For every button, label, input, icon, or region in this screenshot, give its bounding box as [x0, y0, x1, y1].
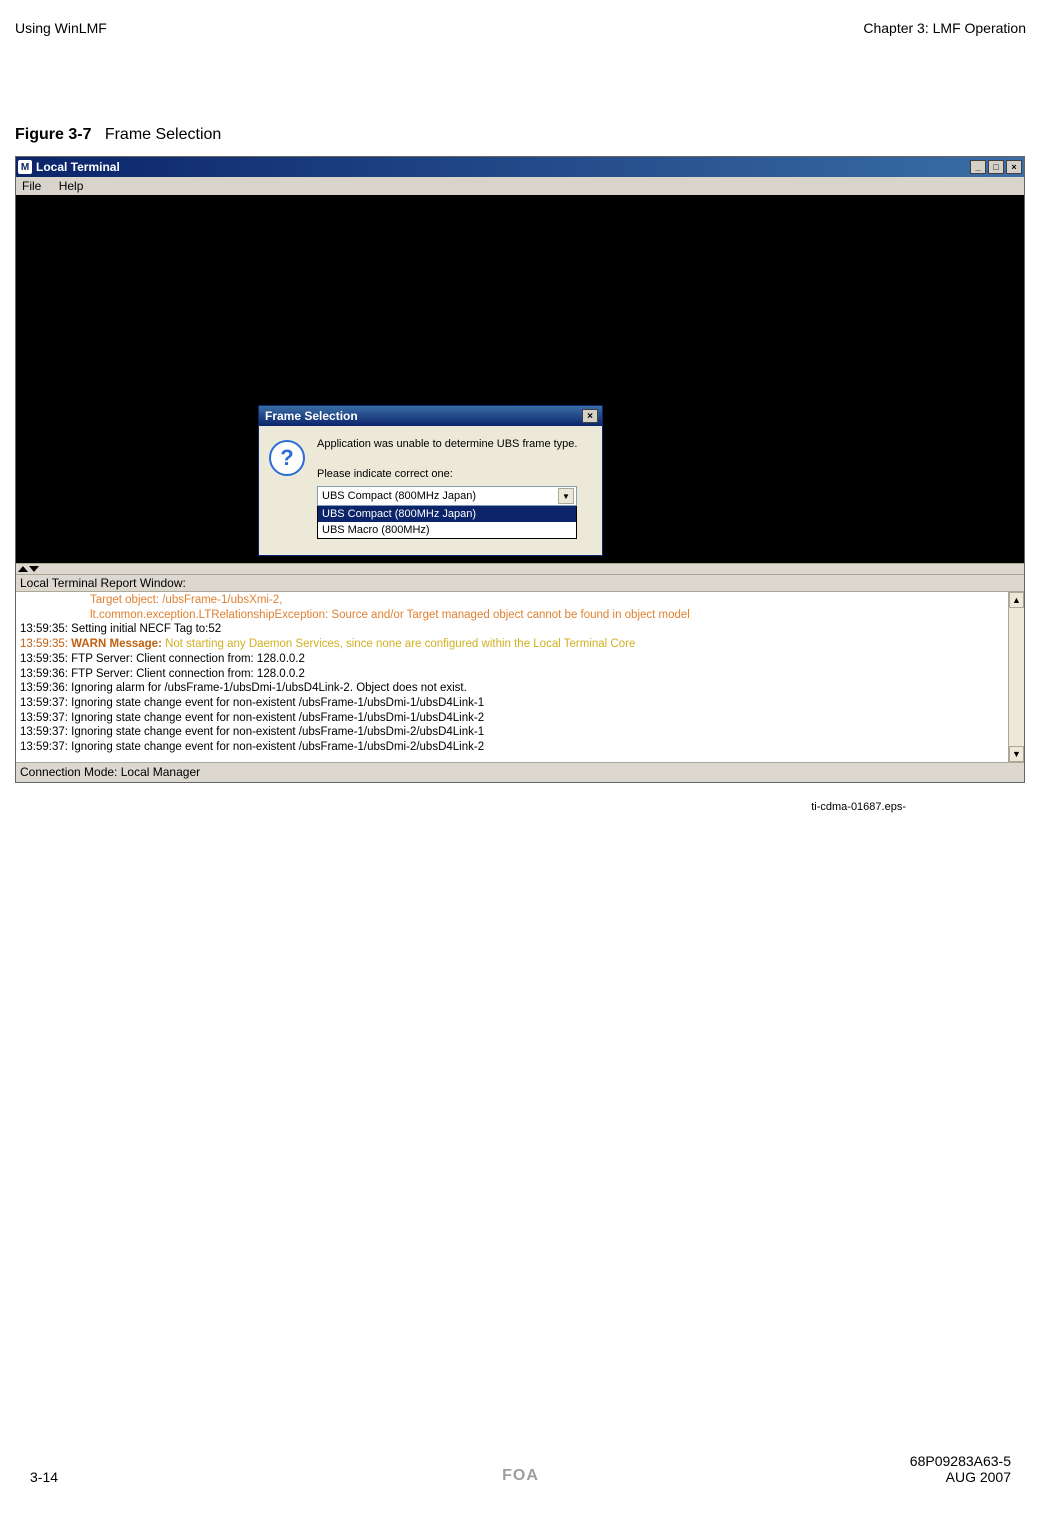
report-scrollbar[interactable]: ▲ ▼: [1008, 592, 1024, 762]
close-button[interactable]: ×: [1006, 160, 1022, 174]
figure-title: Figure 3-7 Frame Selection: [15, 126, 1026, 144]
combo-display[interactable]: UBS Compact (800MHz Japan) ▼: [317, 486, 577, 506]
combo-selected: UBS Compact (800MHz Japan): [322, 490, 476, 502]
terminal-window: M Local Terminal _ □ × File Help Frame S…: [15, 156, 1025, 783]
log-line: 13:59:37: Ignoring state change event fo…: [20, 725, 1004, 740]
dialog-title: Frame Selection: [265, 409, 358, 423]
combo-list: UBS Compact (800MHz Japan) UBS Macro (80…: [317, 506, 577, 539]
log-msg: Not starting any Daemon Services, since …: [165, 638, 635, 650]
menubar: File Help: [16, 177, 1024, 195]
report-window: Target object: /ubsFrame-1/ubsXmi-2, lt.…: [16, 592, 1024, 762]
splitter-handle[interactable]: [16, 563, 1024, 575]
terminal-viewport: Frame Selection × ? Application was unab…: [16, 195, 1024, 563]
log-warn: WARN Message:: [71, 638, 165, 650]
image-filename-caption: ti-cdma-01687.eps-: [15, 801, 1026, 813]
status-bar: Connection Mode: Local Manager: [16, 762, 1024, 782]
log-ts: 13:59:35:: [20, 638, 71, 650]
scroll-down-button[interactable]: ▼: [1009, 746, 1024, 762]
dialog-message-1: Application was unable to determine UBS …: [317, 438, 592, 450]
log-line: 13:59:35: WARN Message: Not starting any…: [20, 637, 1004, 652]
log-line: 13:59:37: Ignoring state change event fo…: [20, 740, 1004, 755]
chevron-down-icon[interactable]: ▼: [558, 488, 574, 504]
dialog-message-2: Please indicate correct one:: [317, 468, 592, 480]
page-header: Using WinLMF Chapter 3: LMF Operation: [15, 20, 1026, 36]
report-text: Target object: /ubsFrame-1/ubsXmi-2, lt.…: [16, 592, 1008, 762]
menu-help[interactable]: Help: [59, 179, 84, 193]
page-footer: 3-14 FOA 68P09283A63-5 AUG 2007: [30, 1453, 1011, 1485]
triangle-up-icon: [18, 566, 28, 572]
window-title: Local Terminal: [36, 160, 970, 174]
maximize-button[interactable]: □: [988, 160, 1004, 174]
log-line: Target object: /ubsFrame-1/ubsXmi-2,: [20, 593, 1004, 608]
frame-type-combo[interactable]: UBS Compact (800MHz Japan) ▼ UBS Compact…: [317, 486, 577, 539]
log-line: 13:59:35: FTP Server: Client connection …: [20, 652, 1004, 667]
log-line: 13:59:35: Setting initial NECF Tag to:52: [20, 622, 1004, 637]
foa-label: FOA: [502, 1467, 539, 1484]
question-icon: ?: [269, 440, 305, 476]
log-line: 13:59:36: FTP Server: Client connection …: [20, 667, 1004, 682]
header-left: Using WinLMF: [15, 20, 107, 36]
minimize-button[interactable]: _: [970, 160, 986, 174]
combo-option-1[interactable]: UBS Compact (800MHz Japan): [318, 506, 576, 522]
combo-option-2[interactable]: UBS Macro (800MHz): [318, 522, 576, 538]
report-window-label: Local Terminal Report Window:: [16, 575, 1024, 592]
log-line: 13:59:37: Ignoring state change event fo…: [20, 696, 1004, 711]
dialog-titlebar: Frame Selection ×: [259, 406, 602, 426]
triangle-down-icon: [29, 566, 39, 572]
figure-name: Frame Selection: [105, 126, 222, 143]
scroll-up-button[interactable]: ▲: [1009, 592, 1024, 608]
log-line: 13:59:37: Ignoring state change event fo…: [20, 711, 1004, 726]
app-icon: M: [18, 160, 32, 174]
menu-file[interactable]: File: [22, 179, 41, 193]
header-right: Chapter 3: LMF Operation: [863, 20, 1026, 36]
frame-selection-dialog: Frame Selection × ? Application was unab…: [258, 405, 603, 556]
figure-label: Figure 3-7: [15, 126, 91, 143]
log-line: lt.common.exception.LTRelationshipExcept…: [20, 608, 1004, 623]
dialog-close-button[interactable]: ×: [582, 409, 598, 423]
window-titlebar: M Local Terminal _ □ ×: [16, 157, 1024, 177]
log-line: 13:59:36: Ignoring alarm for /ubsFrame-1…: [20, 681, 1004, 696]
